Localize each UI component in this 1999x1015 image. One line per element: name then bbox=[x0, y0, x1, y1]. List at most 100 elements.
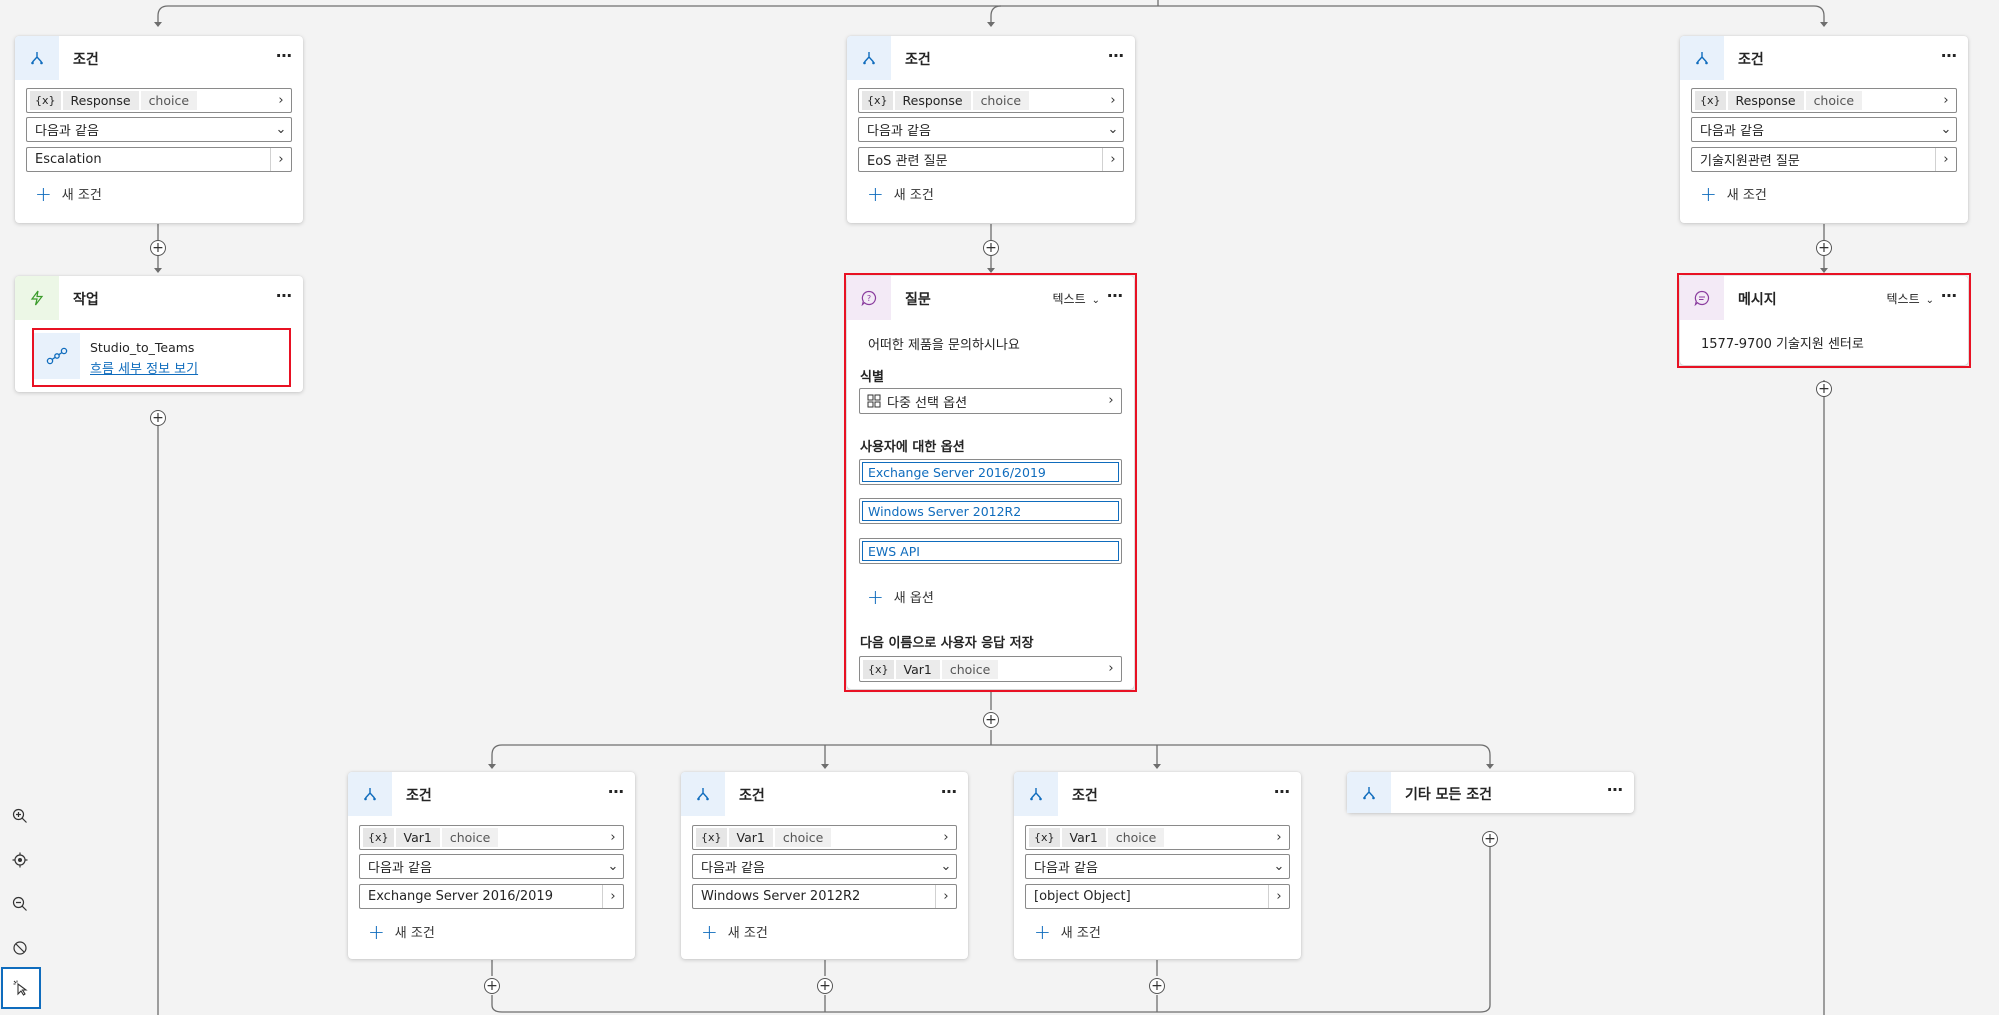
plus-icon: + bbox=[35, 181, 52, 206]
card-title: 조건 bbox=[739, 788, 765, 804]
condition-operator-dropdown[interactable]: 다음과 같음 ⌄ bbox=[26, 117, 292, 142]
add-condition-button[interactable]: + 새 조건 bbox=[368, 922, 435, 942]
operator-label: 다음과 같음 bbox=[867, 124, 931, 139]
recenter-icon[interactable] bbox=[8, 848, 32, 872]
variable-name: Var1 bbox=[1061, 828, 1106, 847]
add-node-button[interactable]: + bbox=[1816, 381, 1832, 397]
chevron-right-icon: › bbox=[602, 885, 623, 908]
add-node-button[interactable]: + bbox=[150, 240, 166, 256]
arrowhead bbox=[1820, 22, 1828, 27]
plus-icon: + bbox=[1700, 181, 1717, 206]
arrowhead bbox=[154, 268, 162, 273]
operator-label: 다음과 같음 bbox=[1700, 124, 1764, 139]
operator-label: 다음과 같음 bbox=[1034, 861, 1098, 876]
condition-operator-dropdown[interactable]: 다음과 같음 ⌄ bbox=[1691, 117, 1957, 142]
condition-operator-dropdown[interactable]: 다음과 같음 ⌄ bbox=[692, 854, 957, 879]
chevron-right-icon: › bbox=[1943, 93, 1949, 108]
add-condition-label: 새 조건 bbox=[1726, 188, 1767, 203]
variable-name: Response bbox=[894, 91, 971, 110]
condition-value-field[interactable]: [object Object] › bbox=[1025, 884, 1290, 909]
add-condition-label: 새 조건 bbox=[727, 926, 768, 941]
condition-value-field[interactable]: 기술지원관련 질문 › bbox=[1691, 147, 1957, 172]
variable-icon: {x} bbox=[1029, 828, 1060, 847]
card-title: 조건 bbox=[905, 52, 931, 68]
variable-icon: {x} bbox=[1695, 91, 1726, 110]
connector-bottom-merge bbox=[491, 847, 1491, 1013]
more-options-icon[interactable]: ⋯ bbox=[941, 782, 958, 801]
variable-name: Var1 bbox=[728, 828, 773, 847]
more-options-icon[interactable]: ⋯ bbox=[276, 46, 293, 65]
zoom-out-icon[interactable] bbox=[8, 892, 32, 916]
condition-variable-field[interactable]: {x} Response choice › bbox=[1691, 88, 1957, 113]
zoom-in-icon[interactable] bbox=[8, 804, 32, 828]
more-options-icon[interactable]: ⋯ bbox=[1274, 782, 1291, 801]
add-node-button[interactable]: + bbox=[150, 410, 166, 426]
add-node-button[interactable]: + bbox=[1816, 240, 1832, 256]
arrowhead bbox=[488, 764, 496, 769]
branch-icon bbox=[1347, 772, 1391, 813]
condition-value-field[interactable]: Windows Server 2012R2 › bbox=[692, 884, 957, 909]
condition-card-exchange[interactable]: 조건 ⋯ {x} Var1 choice › 다음과 같음 ⌄ Exchange S… bbox=[348, 772, 635, 959]
plus-icon: + bbox=[701, 919, 718, 944]
condition-variable-field[interactable]: {x} Response choice › bbox=[26, 88, 292, 113]
add-condition-label: 새 조건 bbox=[1060, 926, 1101, 941]
more-options-icon[interactable]: ⋯ bbox=[608, 782, 625, 801]
add-condition-button[interactable]: + 새 조건 bbox=[1034, 922, 1101, 942]
condition-variable-field[interactable]: {x} Response choice › bbox=[858, 88, 1124, 113]
condition-operator-dropdown[interactable]: 다음과 같음 ⌄ bbox=[359, 854, 624, 879]
condition-value-field[interactable]: Exchange Server 2016/2019 › bbox=[359, 884, 624, 909]
add-condition-button[interactable]: + 새 조건 bbox=[867, 181, 934, 206]
chevron-down-icon: ⌄ bbox=[940, 859, 952, 874]
variable-type: choice bbox=[140, 91, 198, 110]
condition-value: [object Object] bbox=[1034, 889, 1131, 904]
condition-value: 기술지원관련 질문 bbox=[1700, 154, 1800, 169]
arrowhead bbox=[987, 22, 995, 27]
select-mode-icon[interactable] bbox=[1, 967, 41, 1009]
variable-icon: {x} bbox=[363, 828, 394, 847]
add-node-button[interactable]: + bbox=[1482, 831, 1498, 847]
connector-bottom-branch bbox=[491, 744, 1491, 768]
chevron-down-icon: ⌄ bbox=[275, 122, 287, 137]
add-node-button[interactable]: + bbox=[484, 978, 500, 994]
authoring-canvas[interactable]: 조건 ⋯ {x} Response choice › 다음과 같음 ⌄ Escala… bbox=[0, 0, 1999, 1015]
add-node-button[interactable]: + bbox=[983, 240, 999, 256]
add-condition-label: 새 조건 bbox=[61, 188, 102, 203]
add-condition-button[interactable]: + 새 조건 bbox=[35, 181, 102, 206]
add-node-button[interactable]: + bbox=[983, 712, 999, 728]
branch-icon bbox=[847, 36, 891, 80]
more-options-icon[interactable]: ⋯ bbox=[276, 286, 293, 305]
condition-variable-field[interactable]: {x} Var1 choice › bbox=[359, 825, 624, 850]
branch-icon bbox=[348, 772, 392, 816]
flash-icon bbox=[15, 276, 59, 320]
condition-operator-dropdown[interactable]: 다음과 같음 ⌄ bbox=[858, 117, 1124, 142]
condition-card-escalation[interactable]: 조건 ⋯ {x} Response choice › 다음과 같음 ⌄ Escala… bbox=[15, 36, 303, 223]
add-condition-button[interactable]: + 새 조건 bbox=[701, 919, 768, 944]
branch-icon bbox=[1014, 772, 1058, 816]
condition-card-windows[interactable]: 조건 ⋯ {x} Var1 choice › 다음과 같음 ⌄ Windows Se… bbox=[681, 772, 968, 959]
chevron-right-icon: › bbox=[1268, 885, 1289, 908]
card-title: 작업 bbox=[73, 292, 99, 308]
condition-card-object[interactable]: 조건 ⋯ {x} Var1 choice › 다음과 같음 ⌄ [object Ob… bbox=[1014, 772, 1301, 959]
other-conditions-card[interactable]: 기타 모든 조건 ⋯ bbox=[1347, 772, 1634, 813]
card-title: 조건 bbox=[1072, 788, 1098, 804]
condition-variable-field[interactable]: {x} Var1 choice › bbox=[692, 825, 957, 850]
condition-variable-field[interactable]: {x} Var1 choice › bbox=[1025, 825, 1290, 850]
condition-card-tech-support[interactable]: 조건 ⋯ {x} Response choice › 다음과 같음 ⌄ 기술지원관련… bbox=[1680, 36, 1968, 223]
condition-value-field[interactable]: EoS 관련 질문 › bbox=[858, 147, 1124, 172]
variable-name: Response bbox=[62, 91, 139, 110]
condition-card-eos[interactable]: 조건 ⋯ {x} Response choice › 다음과 같음 ⌄ EoS 관련… bbox=[847, 36, 1135, 223]
condition-operator-dropdown[interactable]: 다음과 같음 ⌄ bbox=[1025, 854, 1290, 879]
add-node-button[interactable]: + bbox=[817, 978, 833, 994]
add-condition-button[interactable]: + 새 조건 bbox=[1700, 181, 1767, 206]
more-options-icon[interactable]: ⋯ bbox=[1108, 46, 1125, 65]
add-node-button[interactable]: + bbox=[1149, 978, 1165, 994]
condition-value-field[interactable]: Escalation › bbox=[26, 147, 292, 172]
variable-icon: {x} bbox=[696, 828, 727, 847]
reset-icon[interactable] bbox=[8, 936, 32, 960]
branch-icon bbox=[681, 772, 725, 816]
more-options-icon[interactable]: ⋯ bbox=[1941, 46, 1958, 65]
more-options-icon[interactable]: ⋯ bbox=[1607, 780, 1624, 799]
chevron-right-icon: › bbox=[1935, 148, 1956, 171]
plus-icon: + bbox=[867, 181, 884, 206]
condition-value: EoS 관련 질문 bbox=[867, 154, 948, 169]
